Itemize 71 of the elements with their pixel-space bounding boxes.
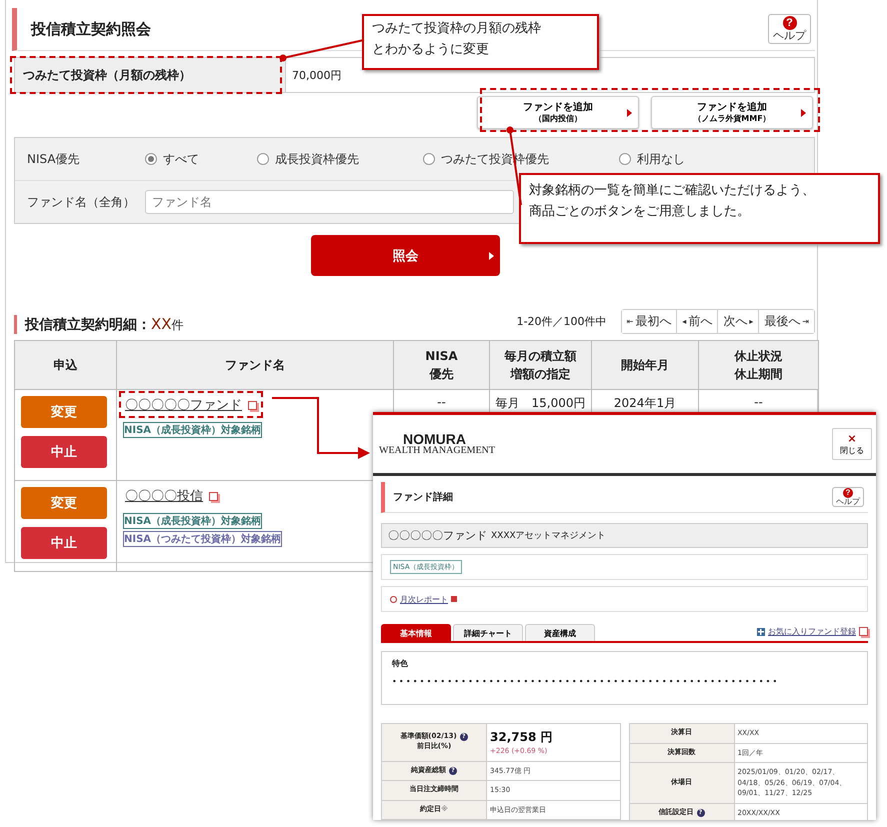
radio-button[interactable] [145, 153, 157, 165]
company-name: XXXXアセットマネジメント [491, 530, 606, 542]
prev-icon: ◂ [682, 317, 686, 326]
radio-option[interactable]: すべて [145, 150, 257, 168]
nisa-tag: NISA（成長投資枠）対象銘柄 [123, 513, 262, 529]
close-button[interactable]: × 閉じる [832, 428, 872, 460]
column-header: 申込 [52, 357, 78, 374]
help-icon: ? [782, 16, 796, 30]
new-window-icon [859, 627, 868, 636]
first-page-icon: ⇤ [626, 317, 634, 326]
column-header: 毎月の積立額 [504, 348, 578, 365]
last-page-icon: ⇥ [802, 317, 809, 326]
search-button[interactable]: 照会 [311, 235, 500, 276]
window-title: ファンド詳細 [393, 490, 453, 504]
triangle-icon [489, 252, 494, 260]
stop-button[interactable]: 中止 [21, 527, 107, 559]
callout-text: とわかるように変更 [372, 40, 490, 59]
new-window-icon [209, 492, 218, 500]
change-button[interactable]: 変更 [21, 396, 107, 428]
report-link[interactable]: 月次レポート [400, 594, 448, 604]
section-title: 投信積立契約明細：XX件 [14, 315, 184, 334]
callout-text: 対象銘柄の一覧を簡単にご確認いただけるよう、 [529, 182, 816, 200]
add-fund-button[interactable]: ファンドを追加 （ノムラ外貨MMF） [651, 96, 813, 129]
nisa-tag: NISA（成長投資枠）対象銘柄 [123, 422, 262, 438]
favorite-link[interactable]: お気に入りファンド登録 [768, 626, 856, 637]
price-value: 32,758 円 [490, 729, 554, 746]
filter-label: ファンド名（全角） [27, 194, 136, 210]
column-header: NISA [424, 348, 459, 365]
fund-name-field[interactable]: ファンド名 [145, 190, 514, 214]
plus-icon [757, 628, 765, 636]
stop-button[interactable]: 中止 [21, 436, 107, 468]
radio-option[interactable]: 利用なし [619, 150, 685, 168]
radio-button[interactable] [423, 153, 435, 165]
column-header: 優先 [428, 366, 454, 383]
result-range: 1-20件／100件中 [516, 314, 607, 329]
column-header: ファンド名 [224, 357, 286, 374]
fund-link[interactable]: 〇〇〇〇投信 [125, 487, 203, 505]
help-button[interactable]: ? ヘルプ [768, 14, 811, 44]
document-icon [451, 596, 457, 602]
add-fund-button[interactable]: ファンドを追加 （国内投信） [477, 96, 639, 129]
new-window-icon [248, 400, 257, 410]
tab[interactable]: 資産構成 [525, 624, 595, 641]
fund-link[interactable]: 〇〇〇〇〇ファンド [125, 396, 242, 414]
radio-option[interactable]: 成長投資枠優先 [257, 150, 423, 168]
quota-label: つみたて投資枠（月額の残枠） [15, 58, 286, 92]
column-header: 増額の指定 [509, 366, 572, 383]
bullet-icon [390, 596, 397, 602]
help-icon: ? [843, 488, 853, 498]
feature-title: 特色 [392, 658, 409, 669]
quota-value: 70,000円 [291, 68, 342, 84]
filter-label: NISA優先 [27, 150, 81, 168]
tab[interactable]: 基本情報 [381, 624, 451, 641]
callout-text: つみたて投資枠の月額の残枠 [372, 20, 542, 38]
next-icon: ▸ [749, 317, 754, 326]
feature-text: •••••••••••••••••••••••••••••••••••••••••••••••••••••••• [392, 677, 780, 686]
triangle-icon [801, 108, 806, 116]
tab[interactable]: 詳細チャート [453, 624, 523, 641]
help-button[interactable]: ? ヘルプ [832, 486, 864, 508]
callout-text: 商品ごとのボタンをご用意しました。 [529, 202, 751, 221]
column-header: 休止状況 [733, 348, 784, 365]
radio-button[interactable] [257, 153, 269, 165]
change-button[interactable]: 変更 [21, 487, 107, 519]
nisa-tag: NISA（つみたて投資枠）対象銘柄 [123, 531, 282, 547]
page-title: 投信積立契約照会 [31, 20, 151, 38]
pager-button[interactable]: 最後へ ⇥ [758, 310, 814, 333]
fund-name: 〇〇〇〇〇ファンド [388, 528, 487, 543]
column-header: 休止期間 [733, 366, 784, 383]
close-icon: × [847, 432, 857, 445]
triangle-icon [627, 108, 632, 116]
column-header: 開始年月 [620, 357, 670, 374]
radio-button[interactable] [619, 153, 631, 165]
